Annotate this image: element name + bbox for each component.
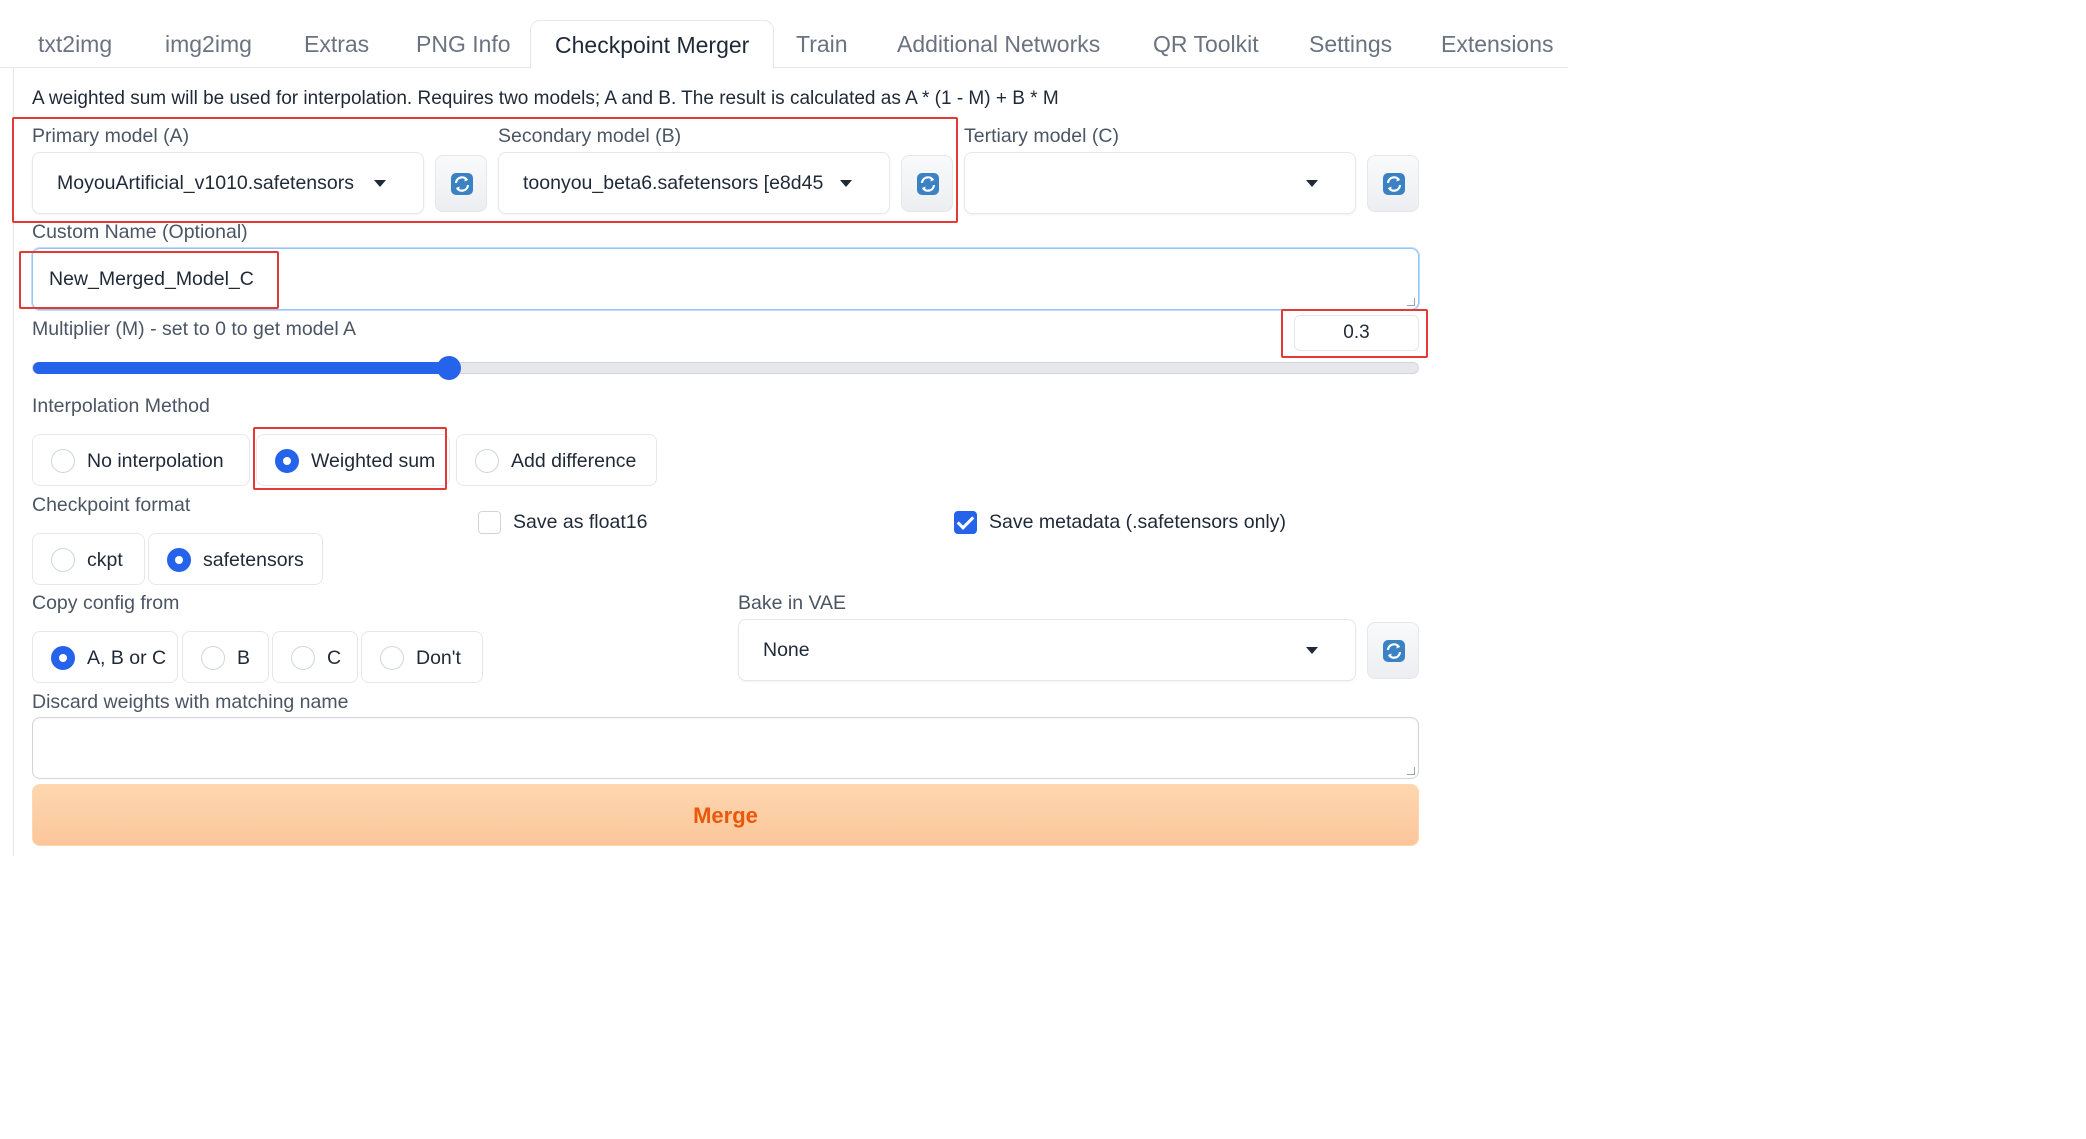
tertiary-model-refresh-button[interactable] xyxy=(1367,155,1419,212)
interpolation-method-label: Interpolation Method xyxy=(32,395,210,417)
radio-ckpt[interactable]: ckpt xyxy=(32,533,145,585)
radio-label: Don't xyxy=(416,647,461,669)
refresh-icon xyxy=(451,173,473,195)
discard-weights-input[interactable] xyxy=(32,717,1419,779)
radio-circle xyxy=(275,449,299,473)
radio-circle xyxy=(167,548,191,572)
bake-vae-dropdown[interactable]: None xyxy=(738,619,1356,681)
bake-vae-label: Bake in VAE xyxy=(738,592,847,614)
primary-model-value: MoyouArtificial_v1010.safetensors xyxy=(57,172,354,194)
tertiary-model-dropdown[interactable] xyxy=(964,152,1356,214)
radio-a-b-or-c[interactable]: A, B or C xyxy=(32,631,178,683)
radio-label: ckpt xyxy=(87,549,123,571)
secondary-model-label: Secondary model (B) xyxy=(498,125,682,147)
custom-name-input[interactable]: New_Merged_Model_C xyxy=(32,248,1419,310)
save-metadata-checkbox[interactable] xyxy=(954,511,977,534)
discard-weights-label: Discard weights with matching name xyxy=(32,691,349,713)
save-float16-checkbox[interactable] xyxy=(478,511,501,534)
refresh-icon xyxy=(1383,640,1405,662)
custom-name-label: Custom Name (Optional) xyxy=(32,221,248,243)
primary-model-dropdown[interactable]: MoyouArtificial_v1010.safetensors xyxy=(32,152,424,214)
radio-circle xyxy=(51,646,75,670)
merge-description: A weighted sum will be used for interpol… xyxy=(32,88,1059,109)
radio-label: Add difference xyxy=(511,450,637,472)
radio-weighted-sum[interactable]: Weighted sum xyxy=(256,434,450,486)
chevron-down-icon xyxy=(1306,647,1318,654)
primary-model-label: Primary model (A) xyxy=(32,125,190,147)
radio-label: B xyxy=(237,647,251,669)
radio-circle xyxy=(380,646,404,670)
radio-label: safetensors xyxy=(203,549,304,571)
refresh-icon xyxy=(917,173,939,195)
secondary-model-value: toonyou_beta6.safetensors [e8d45 xyxy=(523,172,824,194)
multiplier-number-input[interactable]: 0.3 xyxy=(1294,315,1419,351)
multiplier-slider-fill xyxy=(33,362,450,374)
resize-handle-icon[interactable] xyxy=(1407,767,1415,775)
radio-no-interpolation[interactable]: No interpolation xyxy=(32,434,250,486)
save-metadata-label: Save metadata (.safetensors only) xyxy=(989,511,1286,533)
radio-label: A, B or C xyxy=(87,647,167,669)
multiplier-slider[interactable] xyxy=(32,356,1419,380)
chevron-down-icon xyxy=(840,180,852,187)
checkpoint-format-label: Checkpoint format xyxy=(32,494,191,516)
radio-label: Weighted sum xyxy=(311,450,436,472)
radio-b[interactable]: B xyxy=(182,631,269,683)
tab-img2img[interactable]: img2img xyxy=(165,20,252,68)
secondary-model-dropdown[interactable]: toonyou_beta6.safetensors [e8d45 xyxy=(498,152,890,214)
tab-qr-toolkit[interactable]: QR Toolkit xyxy=(1153,20,1259,68)
copy-config-label: Copy config from xyxy=(32,592,180,614)
tab-additional-networks[interactable]: Additional Networks xyxy=(897,20,1100,68)
resize-handle-icon[interactable] xyxy=(1407,298,1415,306)
chevron-down-icon xyxy=(374,180,386,187)
tab-bar: txt2img img2img Extras PNG Info Checkpoi… xyxy=(0,0,1568,69)
chevron-down-icon xyxy=(1306,180,1318,187)
tab-extensions[interactable]: Extensions xyxy=(1441,20,1554,68)
tab-extras[interactable]: Extras xyxy=(304,20,369,68)
radio-add-difference[interactable]: Add difference xyxy=(456,434,657,486)
radio-c[interactable]: C xyxy=(272,631,358,683)
bake-vae-refresh-button[interactable] xyxy=(1367,622,1419,679)
radio-label: C xyxy=(327,647,342,669)
tab-txt2img[interactable]: txt2img xyxy=(38,20,112,68)
radio-circle xyxy=(201,646,225,670)
save-float16-label: Save as float16 xyxy=(513,511,648,533)
tertiary-model-label: Tertiary model (C) xyxy=(964,125,1119,147)
radio-circle xyxy=(51,548,75,572)
bake-vae-value: None xyxy=(763,639,810,661)
tab-checkpoint-merger[interactable]: Checkpoint Merger xyxy=(530,20,775,69)
radio-dont[interactable]: Don't xyxy=(361,631,483,683)
multiplier-label: Multiplier (M) - set to 0 to get model A xyxy=(32,318,357,340)
radio-circle xyxy=(51,449,75,473)
tab-png-info[interactable]: PNG Info xyxy=(416,20,511,68)
radio-circle xyxy=(475,449,499,473)
tab-settings[interactable]: Settings xyxy=(1309,20,1392,68)
merge-button[interactable]: Merge xyxy=(32,784,1419,846)
primary-model-refresh-button[interactable] xyxy=(435,155,487,212)
tab-train[interactable]: Train xyxy=(796,20,848,68)
multiplier-slider-thumb[interactable] xyxy=(437,356,462,380)
secondary-model-refresh-button[interactable] xyxy=(901,155,953,212)
radio-safetensors[interactable]: safetensors xyxy=(148,533,323,585)
radio-label: No interpolation xyxy=(87,450,224,472)
custom-name-value: New_Merged_Model_C xyxy=(49,268,254,290)
radio-circle xyxy=(291,646,315,670)
refresh-icon xyxy=(1383,173,1405,195)
